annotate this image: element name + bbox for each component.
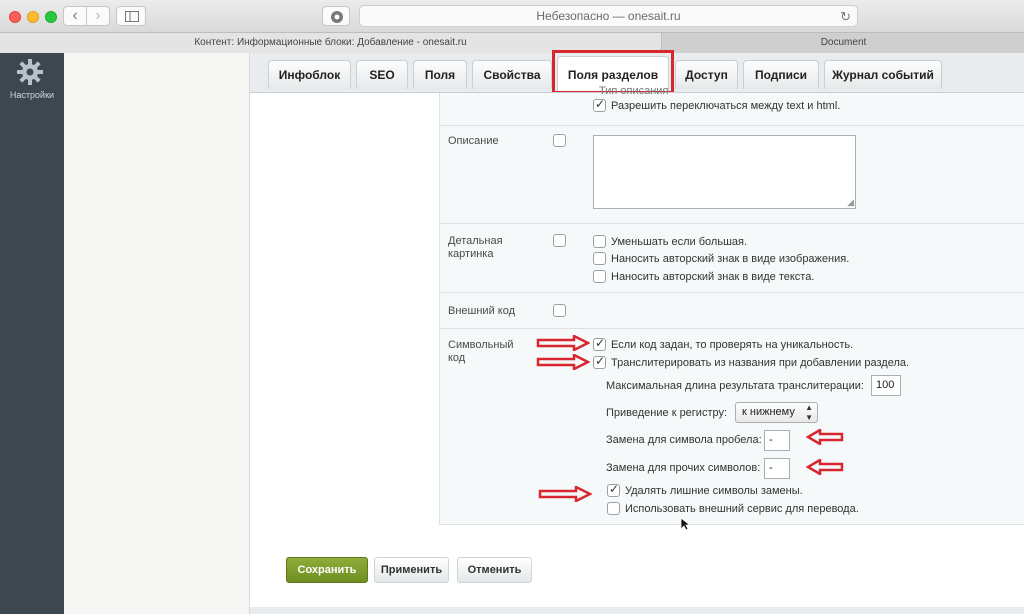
main-content: Тип описания Разрешить переключаться меж…: [250, 85, 1024, 613]
arrow-left-icon: [806, 459, 844, 475]
watermark-image-label: Наносить авторский знак в виде изображен…: [611, 253, 850, 265]
allow-switch-checkbox[interactable]: [593, 97, 606, 112]
settings-label[interactable]: Настройки: [0, 90, 64, 100]
chevron-left-icon: ‹: [72, 7, 78, 24]
address-bar[interactable]: Небезопасно — onesait.ru ↻: [359, 5, 858, 27]
use-external-label: Использовать внешний сервис для перевода…: [625, 503, 859, 515]
reduce-if-large-label: Уменьшать если большая.: [611, 236, 748, 248]
arrow-right-icon: [538, 486, 592, 502]
shield-icon: [331, 11, 343, 23]
symbol-code-label: Символьный код: [448, 339, 514, 364]
remove-extra-label: Удалять лишние символы замены.: [625, 485, 803, 497]
resize-handle-icon[interactable]: ◢: [847, 197, 854, 208]
browser-tab-strip: Контент: Информационные блоки: Добавлени…: [0, 33, 1024, 53]
admin-sidebar: Настройки: [0, 53, 64, 614]
select-arrows-icon: ▲ ▼: [805, 403, 813, 422]
save-button[interactable]: Сохранить: [286, 557, 368, 583]
forward-button[interactable]: ›: [86, 6, 110, 26]
bottom-bar: [250, 607, 1024, 613]
apply-button[interactable]: Применить: [374, 557, 449, 583]
zoom-window-button[interactable]: [45, 11, 57, 23]
max-length-label: Максимальная длина результата транслитер…: [606, 380, 864, 392]
tab-access[interactable]: Доступ: [675, 60, 738, 89]
minimize-window-button[interactable]: [27, 11, 39, 23]
cut-label: Тип описания: [599, 85, 669, 97]
secondary-panel: [64, 53, 250, 614]
case-select[interactable]: к нижнему ▲ ▼: [735, 402, 818, 423]
remove-extra-checkbox[interactable]: [607, 482, 620, 497]
transliterate-label: Транслитерировать из названия при добавл…: [611, 357, 910, 369]
other-replace-input[interactable]: -: [764, 458, 790, 479]
watermark-image-checkbox[interactable]: [593, 252, 606, 265]
arrow-right-icon: [536, 335, 590, 351]
description-textarea[interactable]: ◢: [593, 135, 856, 209]
case-label: Приведение к регистру:: [606, 407, 728, 419]
tab-captions[interactable]: Подписи: [743, 60, 819, 89]
external-code-label: Внешний код: [448, 305, 516, 317]
max-length-input[interactable]: 100: [871, 375, 901, 396]
browser-tab-document[interactable]: Document: [663, 33, 1024, 53]
sidebar-icon: [125, 11, 139, 22]
description-required-checkbox[interactable]: [553, 134, 566, 147]
check-unique-label: Если код задан, то проверять на уникальн…: [611, 339, 854, 351]
tab-event-log[interactable]: Журнал событий: [824, 60, 942, 89]
detail-picture-label: Детальная картинка: [448, 235, 503, 260]
watermark-text-checkbox[interactable]: [593, 270, 606, 283]
tab-properties[interactable]: Свойства: [472, 60, 552, 89]
other-replace-label: Замена для прочих символов:: [606, 462, 761, 474]
description-label: Описание: [448, 135, 499, 147]
browser-toolbar: ‹ › Небезопасно — onesait.ru ↻: [0, 0, 1024, 33]
cancel-button[interactable]: Отменить: [457, 557, 532, 583]
allow-switch-label: Разрешить переключаться между text и htm…: [611, 100, 841, 112]
tab-fields[interactable]: Поля: [413, 60, 467, 89]
privacy-report-button[interactable]: [322, 6, 350, 26]
tab-seo[interactable]: SEO: [356, 60, 408, 89]
close-window-button[interactable]: [9, 11, 21, 23]
address-text: Небезопасно — onesait.ru: [536, 9, 681, 23]
section-fields-panel: Тип описания Разрешить переключаться меж…: [439, 85, 1024, 525]
space-replace-input[interactable]: -: [764, 430, 790, 451]
gear-icon[interactable]: [17, 59, 43, 85]
back-button[interactable]: ‹: [63, 6, 87, 26]
arrow-left-icon: [806, 429, 844, 445]
mouse-cursor-icon: [680, 517, 690, 531]
external-code-checkbox[interactable]: [553, 304, 566, 317]
use-external-checkbox[interactable]: [607, 502, 620, 515]
transliterate-checkbox[interactable]: [593, 354, 606, 369]
arrow-right-icon: [536, 354, 590, 370]
chevron-right-icon: ›: [95, 7, 101, 24]
reload-icon[interactable]: ↻: [840, 7, 851, 27]
tab-infoblock[interactable]: Инфоблок: [268, 60, 351, 89]
reduce-if-large-checkbox[interactable]: [593, 235, 606, 248]
detail-required-checkbox[interactable]: [553, 234, 566, 247]
sidebar-toggle-button[interactable]: [116, 6, 146, 26]
case-select-value: к нижнему: [742, 406, 795, 418]
watermark-text-label: Наносить авторский знак в виде текста.: [611, 271, 815, 283]
check-unique-checkbox[interactable]: [593, 336, 606, 351]
space-replace-label: Замена для символа пробела:: [606, 434, 762, 446]
